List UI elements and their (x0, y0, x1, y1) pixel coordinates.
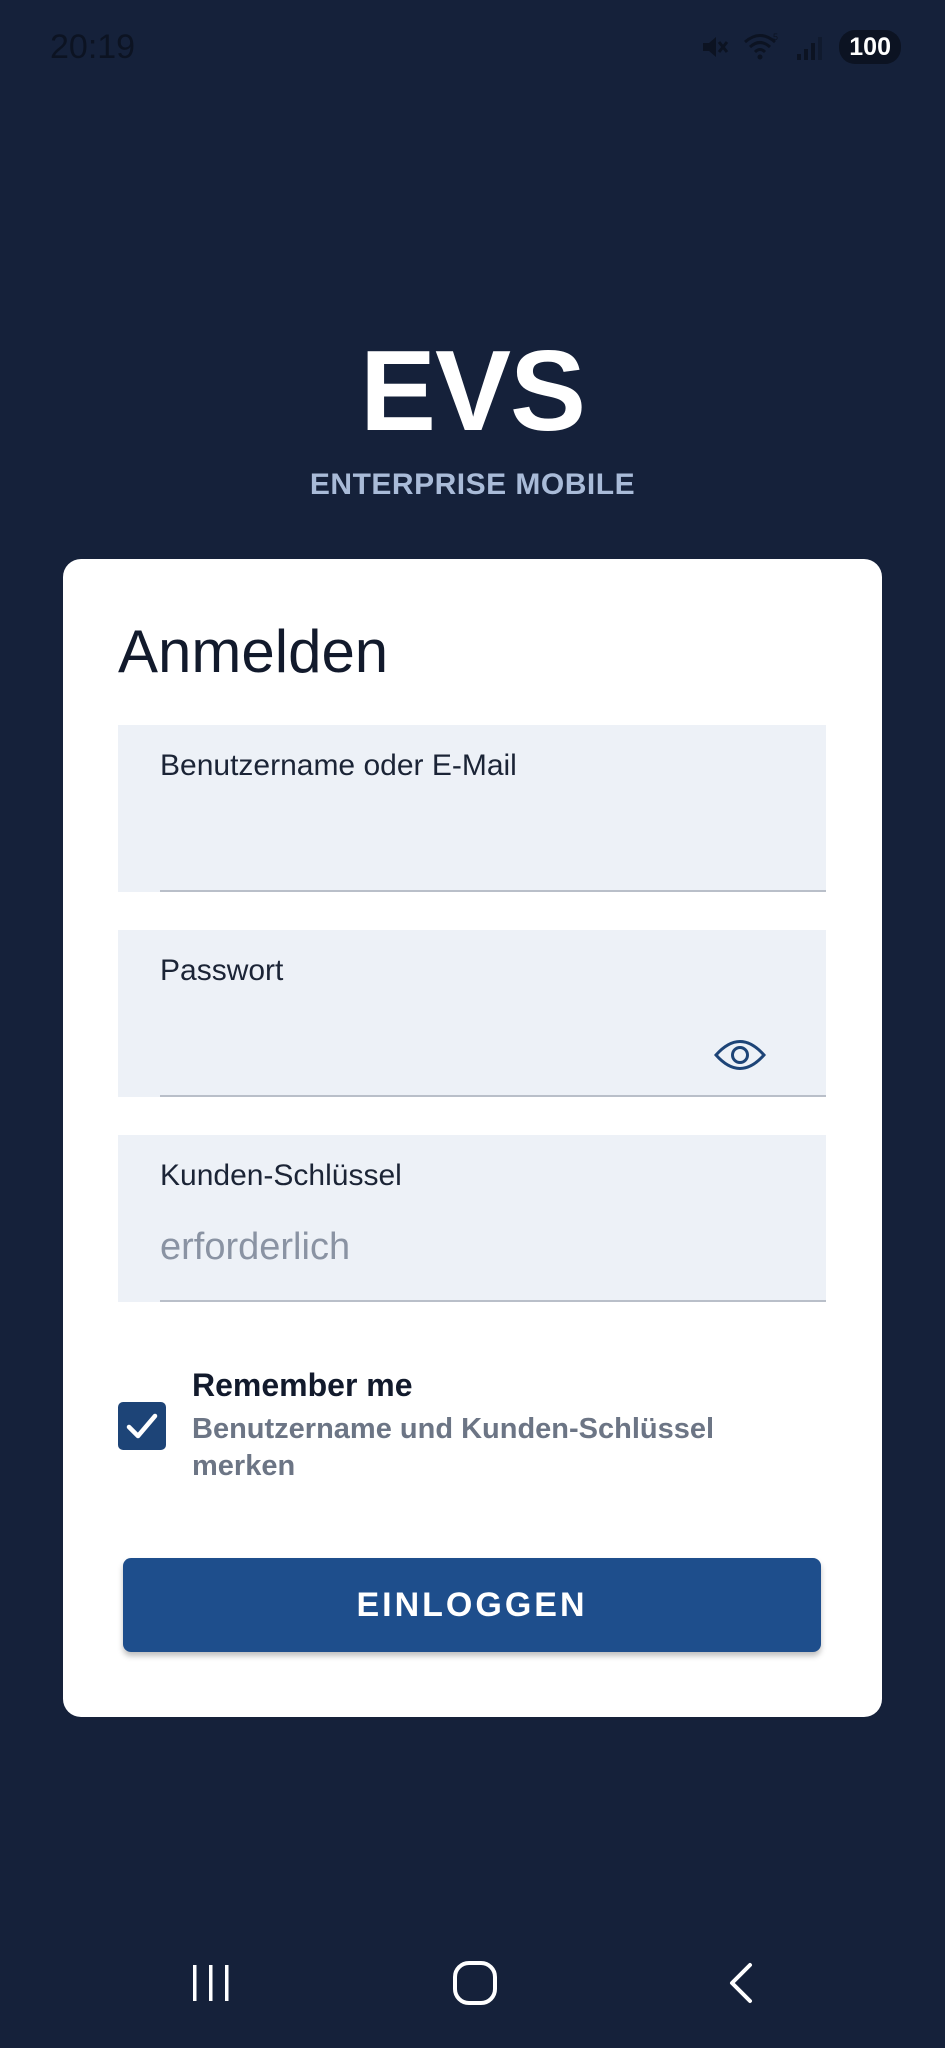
login-card: Anmelden Benutzername oder E-Mail Passwo… (63, 559, 882, 1717)
wifi-icon: 5 (743, 32, 781, 62)
password-input[interactable] (160, 1012, 640, 1072)
customer-key-field[interactable]: Kunden-Schlüssel (118, 1135, 826, 1302)
username-input[interactable] (160, 807, 720, 867)
password-underline (160, 1095, 826, 1097)
remember-title: Remember me (192, 1367, 413, 1403)
login-button[interactable]: EINLOGGEN (123, 1558, 821, 1652)
page-title: Anmelden (118, 618, 389, 685)
brand-subtitle: ENTERPRISE MOBILE (309, 468, 636, 501)
status-time: 20:19 (50, 28, 136, 66)
show-password-icon[interactable] (713, 1038, 767, 1072)
mute-icon (699, 32, 729, 62)
status-bar: 20:19 5 100 (0, 0, 945, 96)
customer-key-label: Kunden-Schlüssel (160, 1159, 402, 1192)
password-label: Passwort (160, 954, 284, 987)
recent-apps-icon[interactable] (171, 1953, 251, 2013)
password-field[interactable]: Passwort (118, 930, 826, 1097)
username-field[interactable]: Benutzername oder E-Mail (118, 725, 826, 892)
back-icon[interactable] (700, 1953, 780, 2013)
customer-key-underline (160, 1300, 826, 1302)
username-underline (160, 890, 826, 892)
checkmark-icon (118, 1413, 166, 1454)
username-label: Benutzername oder E-Mail (160, 749, 517, 782)
signal-icon (795, 32, 825, 62)
status-icons: 5 100 (699, 30, 901, 64)
remember-description: Benutzername und Kunden-Schlüssel merken (192, 1413, 715, 1482)
battery-icon: 100 (839, 30, 901, 64)
home-icon[interactable] (435, 1953, 515, 2013)
svg-text:5: 5 (773, 32, 778, 42)
nav-bar (0, 1918, 945, 2048)
remember-checkbox[interactable] (118, 1402, 166, 1450)
brand-logo: EVS (359, 328, 586, 455)
customer-key-input[interactable] (160, 1217, 720, 1277)
